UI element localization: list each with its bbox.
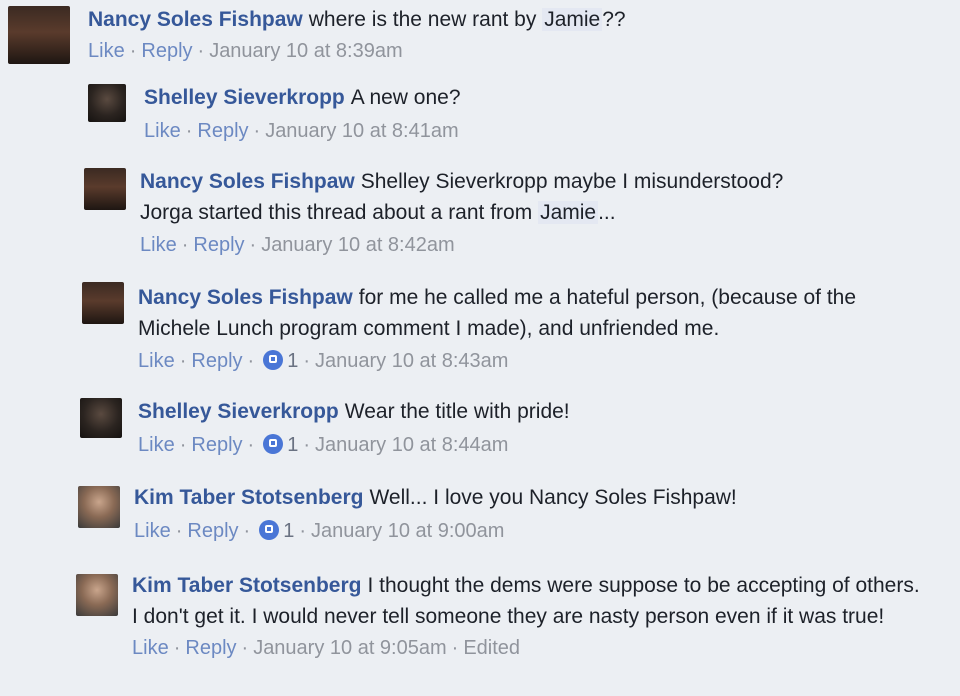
like-link[interactable]: Like (134, 520, 171, 542)
timestamp[interactable]: January 10 at 8:44am (315, 434, 508, 456)
reply-comment: Nancy Soles Fishpaw Shelley Sieverkropp m… (0, 164, 960, 268)
comment-author[interactable]: Kim Taber Stotsenberg (132, 574, 361, 597)
reply-comment: Kim Taber Stotsenberg I thought the dems … (0, 568, 960, 696)
like-link[interactable]: Like (138, 434, 175, 456)
separator: · (173, 637, 181, 659)
edited-label[interactable]: Edited (463, 637, 520, 659)
reply-link[interactable]: Reply (191, 350, 242, 372)
comment-body: Shelley Sieverkropp A new one? (144, 82, 960, 113)
timestamp[interactable]: January 10 at 8:42am (261, 234, 454, 256)
comment-text: Wear the title with pride! (344, 400, 570, 423)
timestamp[interactable]: January 10 at 8:39am (209, 40, 402, 62)
comment-actions: Like · Reply · 1 · January 10 at 8:44am (138, 431, 960, 459)
like-link[interactable]: Like (88, 40, 125, 62)
avatar[interactable] (84, 168, 126, 210)
comment-actions: Like · Reply · January 10 at 8:42am (140, 231, 960, 259)
comment-actions: Like · Reply · January 10 at 8:39am (88, 37, 960, 65)
like-link[interactable]: Like (132, 637, 169, 659)
avatar[interactable] (8, 6, 70, 64)
separator: · (253, 120, 261, 142)
reply-comment: Shelley Sieverkropp Wear the title with p… (0, 396, 960, 468)
reply-link[interactable]: Reply (193, 234, 244, 256)
separator: · (181, 234, 189, 256)
timestamp[interactable]: January 10 at 9:05am (253, 637, 446, 659)
reply-comment: Kim Taber Stotsenberg Well... I love you … (0, 482, 960, 554)
like-count[interactable]: 1 (287, 350, 298, 372)
avatar[interactable] (82, 282, 124, 324)
mention-link[interactable]: Jamie (538, 201, 599, 224)
comment-text: ?? (602, 8, 626, 31)
comment-actions: Like · Reply · 1 · January 10 at 9:00am (134, 517, 960, 545)
comment-text: Shelley Sieverkropp maybe I misunderstoo… (360, 170, 784, 193)
comment-text: Jorga started this thread about a rant f… (140, 201, 533, 224)
comment-body: Kim Taber Stotsenberg I thought the dems … (132, 570, 922, 632)
comment-body: Kim Taber Stotsenberg Well... I love you … (134, 482, 960, 513)
comment-text: A new one? (350, 86, 461, 109)
comment-actions: Like · Reply · 1 · January 10 at 8:43am (138, 347, 960, 375)
comment-text: Well... I love you Nancy Soles Fishpaw! (369, 486, 737, 509)
reply-link[interactable]: Reply (191, 434, 242, 456)
comment-body: Nancy Soles Fishpaw Shelley Sieverkropp m… (140, 166, 960, 228)
separator: · (249, 234, 257, 256)
reply-link[interactable]: Reply (197, 120, 248, 142)
like-badge-icon[interactable] (263, 350, 284, 370)
comment-author[interactable]: Nancy Soles Fishpaw (138, 286, 353, 309)
reply-comment: Nancy Soles Fishpaw for me he called me a… (0, 280, 960, 384)
comment-thread: Nancy Soles Fishpaw where is the new rant… (0, 0, 960, 696)
comment-actions: Like · Reply · January 10 at 9:05am · Edited (132, 634, 960, 662)
separator: · (247, 434, 255, 456)
comment: Nancy Soles Fishpaw where is the new rant… (0, 0, 960, 72)
separator: · (179, 350, 187, 372)
separator: · (179, 434, 187, 456)
timestamp[interactable]: January 10 at 9:00am (311, 520, 504, 542)
like-badge-icon[interactable] (259, 520, 280, 540)
reply-link[interactable]: Reply (187, 520, 238, 542)
like-link[interactable]: Like (144, 120, 181, 142)
like-link[interactable]: Like (140, 234, 177, 256)
separator: · (175, 520, 183, 542)
comment-author[interactable]: Shelley Sieverkropp (138, 400, 339, 423)
separator: · (243, 520, 251, 542)
separator: · (129, 40, 137, 62)
separator: · (197, 40, 205, 62)
comment-body: Nancy Soles Fishpaw where is the new rant… (88, 4, 960, 35)
separator: · (303, 350, 310, 372)
comment-author[interactable]: Shelley Sieverkropp (144, 86, 345, 109)
timestamp[interactable]: January 10 at 8:43am (315, 350, 508, 372)
comment-body: Nancy Soles Fishpaw for me he called me a… (138, 282, 928, 344)
like-count[interactable]: 1 (283, 520, 294, 542)
separator: · (303, 434, 310, 456)
separator: · (247, 350, 255, 372)
comment-author[interactable]: Nancy Soles Fishpaw (88, 8, 303, 31)
like-count[interactable]: 1 (287, 434, 298, 456)
timestamp[interactable]: January 10 at 8:41am (265, 120, 458, 142)
separator: · (451, 637, 459, 659)
mention-link[interactable]: Jamie (542, 8, 603, 31)
separator: · (299, 520, 306, 542)
reply-link[interactable]: Reply (185, 637, 236, 659)
avatar[interactable] (76, 574, 118, 616)
like-link[interactable]: Like (138, 350, 175, 372)
reply-comment: Shelley Sieverkropp A new one? Like · Reply… (0, 78, 960, 148)
comment-body: Shelley Sieverkropp Wear the title with p… (138, 396, 960, 427)
comment-author[interactable]: Nancy Soles Fishpaw (140, 170, 355, 193)
avatar[interactable] (78, 486, 120, 528)
like-badge-icon[interactable] (263, 434, 284, 454)
avatar[interactable] (88, 84, 126, 122)
separator: · (185, 120, 193, 142)
comment-actions: Like · Reply · January 10 at 8:41am (144, 117, 960, 145)
comment-text: where is the new rant by (308, 8, 537, 31)
reply-link[interactable]: Reply (141, 40, 192, 62)
separator: · (241, 637, 249, 659)
comment-text: ... (598, 201, 616, 224)
avatar[interactable] (80, 398, 122, 438)
comment-author[interactable]: Kim Taber Stotsenberg (134, 486, 363, 509)
